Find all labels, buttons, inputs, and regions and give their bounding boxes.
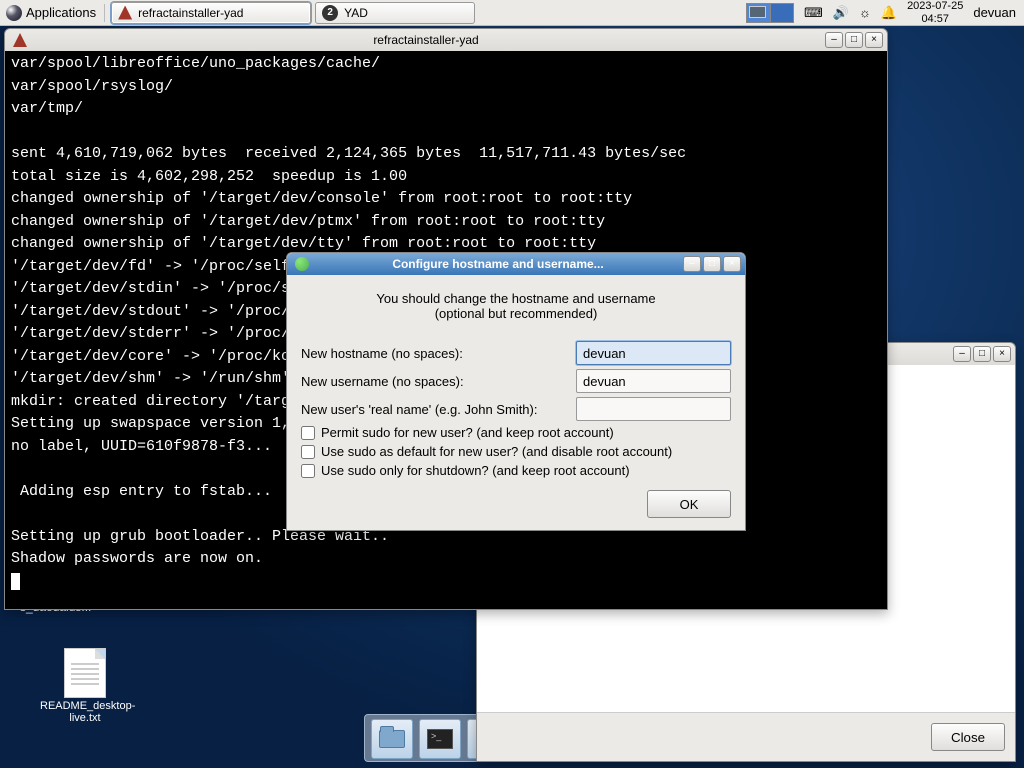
username-label: New username (no spaces):	[301, 374, 576, 389]
sudo-shutdown-row[interactable]: Use sudo only for shutdown? (and keep ro…	[301, 463, 731, 478]
ok-button[interactable]: OK	[647, 490, 731, 518]
dock-terminal[interactable]	[419, 719, 461, 759]
top-panel: Applications refractainstaller-yad 2 YAD…	[0, 0, 1024, 26]
system-tray: ⌨ 🔊 ☼ 🔔 2023-07-25 04:57 devuan	[738, 0, 1024, 24]
hostname-label: New hostname (no spaces):	[301, 346, 576, 361]
dialog-body: You should change the hostname and usern…	[287, 275, 745, 530]
close-button[interactable]: Close	[931, 723, 1005, 751]
close-button[interactable]: ×	[865, 32, 883, 48]
maximize-button[interactable]: □	[703, 256, 721, 272]
checkbox-label: Permit sudo for new user? (and keep root…	[321, 425, 614, 440]
refracta-icon	[13, 33, 27, 47]
checkbox-label: Use sudo only for shutdown? (and keep ro…	[321, 463, 630, 478]
sudo-shutdown-checkbox[interactable]	[301, 464, 315, 478]
keyboard-icon[interactable]: ⌨	[804, 5, 823, 21]
maximize-button[interactable]: □	[973, 346, 991, 362]
username-input[interactable]	[576, 369, 731, 393]
titlebar[interactable]: refractainstaller-yad – □ ×	[5, 29, 887, 51]
distro-logo-icon	[6, 5, 22, 21]
sudo-default-checkbox[interactable]	[301, 445, 315, 459]
refracta-icon	[118, 6, 132, 20]
titlebar[interactable]: Configure hostname and username... – □ ×	[287, 253, 745, 275]
close-button[interactable]: ×	[993, 346, 1011, 362]
task-yad[interactable]: 2 YAD	[315, 2, 475, 24]
minimize-button[interactable]: –	[683, 256, 701, 272]
minimize-button[interactable]: –	[825, 32, 843, 48]
workspace-switcher[interactable]	[746, 3, 794, 23]
dialog-footer: Close	[477, 712, 1015, 761]
hostname-input[interactable]	[576, 341, 731, 365]
task-label: YAD	[344, 6, 368, 20]
bell-icon[interactable]: 🔔	[881, 5, 897, 21]
minimize-button[interactable]: –	[953, 346, 971, 362]
window-title: refractainstaller-yad	[31, 33, 821, 47]
user-label[interactable]: devuan	[973, 5, 1016, 20]
sudo-default-row[interactable]: Use sudo as default for new user? (and d…	[301, 444, 731, 459]
separator	[104, 4, 105, 22]
realname-input[interactable]	[576, 397, 731, 421]
volume-icon[interactable]: 🔊	[833, 5, 849, 21]
applications-label: Applications	[26, 5, 96, 20]
dock-home-folder[interactable]	[371, 719, 413, 759]
task-refractainstaller[interactable]: refractainstaller-yad	[111, 2, 311, 24]
maximize-button[interactable]: □	[845, 32, 863, 48]
dialog-intro: You should change the hostname and usern…	[301, 291, 731, 321]
dialog-title: Configure hostname and username...	[317, 257, 679, 271]
yad-icon	[295, 257, 309, 271]
sudo-permit-checkbox[interactable]	[301, 426, 315, 440]
close-button[interactable]: ×	[723, 256, 741, 272]
checkbox-label: Use sudo as default for new user? (and d…	[321, 444, 672, 459]
clock[interactable]: 2023-07-25 04:57	[907, 0, 963, 24]
task-list: refractainstaller-yad 2 YAD	[111, 2, 475, 24]
text-file-icon	[64, 648, 106, 698]
applications-menu[interactable]: Applications	[0, 0, 102, 25]
sudo-permit-row[interactable]: Permit sudo for new user? (and keep root…	[301, 425, 731, 440]
task-count-badge: 2	[322, 5, 338, 21]
realname-label: New user's 'real name' (e.g. John Smith)…	[301, 402, 576, 417]
readme-desktop-icon[interactable]: README_desktop-live.txt	[40, 648, 130, 724]
configure-hostname-dialog: Configure hostname and username... – □ ×…	[286, 252, 746, 531]
icon-label: README_desktop-live.txt	[40, 700, 130, 724]
sun-icon[interactable]: ☼	[859, 5, 871, 20]
task-label: refractainstaller-yad	[138, 6, 243, 20]
